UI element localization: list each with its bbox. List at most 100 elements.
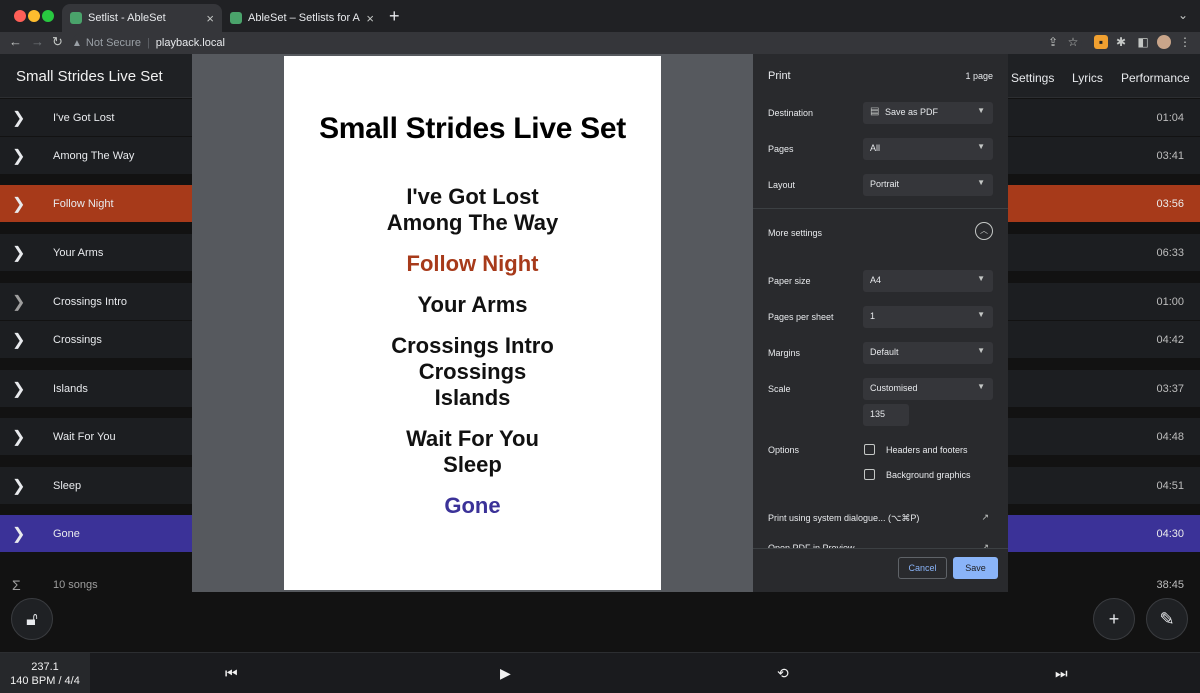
setlist-title: Small Strides Live Set bbox=[16, 68, 163, 85]
ableset-app: Small Strides Live Set Settings Lyrics P… bbox=[0, 54, 1200, 693]
cancel-button[interactable]: Cancel bbox=[898, 557, 947, 579]
preview-song-current: Follow Night bbox=[406, 251, 539, 276]
scale-value: Customised bbox=[870, 383, 918, 393]
profile-avatar[interactable] bbox=[1157, 35, 1171, 49]
lock-button[interactable]: 🔓︎ bbox=[11, 598, 53, 640]
play-icon[interactable]: ▶ bbox=[500, 665, 511, 682]
chevron-right-icon[interactable]: ❯ bbox=[12, 524, 25, 544]
forward-arrow-icon[interactable]: → bbox=[31, 34, 44, 49]
close-tab-icon[interactable]: × bbox=[206, 11, 214, 26]
song-name: Crossings bbox=[53, 334, 102, 346]
song-count: 10 songs bbox=[53, 579, 98, 591]
next-song-icon[interactable]: ⏭︎ bbox=[1055, 665, 1068, 682]
song-duration: 01:00 bbox=[1156, 296, 1184, 308]
nav-settings[interactable]: Settings bbox=[1011, 71, 1054, 85]
destination-label: Destination bbox=[768, 108, 814, 118]
previous-song-icon[interactable]: ⏮︎ bbox=[225, 665, 238, 682]
preview-song: I've Got Lost bbox=[406, 184, 539, 209]
browser-tab-ableset[interactable]: AbleSet – Setlists for Ableton Live × bbox=[222, 4, 382, 32]
system-dialog-link[interactable]: Print using system dialogue... (⌥⌘P) bbox=[768, 513, 919, 524]
song-duration: 04:30 bbox=[1156, 528, 1184, 540]
tempo-signature: 140 BPM / 4/4 bbox=[10, 675, 80, 687]
minimize-window-button[interactable] bbox=[28, 10, 40, 22]
close-window-button[interactable] bbox=[14, 10, 26, 22]
preview-song: Among The Way bbox=[386, 210, 559, 235]
preview-song: Sleep bbox=[443, 452, 502, 477]
chevron-right-icon[interactable]: ❯ bbox=[12, 379, 25, 399]
chevron-right-icon[interactable]: ❯ bbox=[12, 330, 25, 350]
add-song-button[interactable]: + bbox=[1093, 598, 1135, 640]
ableset-favicon-icon bbox=[230, 12, 242, 24]
chevron-right-icon[interactable]: ❯ bbox=[12, 292, 25, 312]
address-bar[interactable]: ▲ Not Secure | playback.local bbox=[72, 33, 1082, 53]
song-name: Your Arms bbox=[53, 247, 104, 259]
chevron-right-icon[interactable]: ❯ bbox=[12, 108, 25, 128]
paper-size-select[interactable]: A4 ▼ bbox=[863, 270, 993, 292]
pages-value: All bbox=[870, 143, 881, 153]
unlock-icon: 🔓︎ bbox=[26, 608, 38, 629]
print-settings-panel: Print 1 page Destination ▤ Save as PDF ▼… bbox=[753, 54, 1008, 592]
chevron-right-icon[interactable]: ❯ bbox=[12, 243, 25, 263]
page-count: 1 page bbox=[965, 71, 993, 81]
dropdown-arrow-icon: ▼ bbox=[977, 106, 985, 115]
preview-song: Wait For You bbox=[406, 426, 539, 451]
close-tab-icon[interactable]: × bbox=[366, 11, 374, 26]
share-icon[interactable]: ⇪ bbox=[1046, 35, 1060, 49]
margins-value: Default bbox=[870, 347, 899, 357]
song-name: Follow Night bbox=[53, 198, 114, 210]
print-dialog-footer: Cancel Save bbox=[753, 548, 1008, 592]
extension-icon[interactable]: ▪ bbox=[1094, 35, 1108, 49]
scale-select[interactable]: Customised ▼ bbox=[863, 378, 993, 400]
headers-footers-checkbox[interactable] bbox=[864, 444, 875, 455]
margins-select[interactable]: Default ▼ bbox=[863, 342, 993, 364]
collapse-chevron-icon[interactable]: ︿ bbox=[975, 222, 993, 240]
browser-menu-icon[interactable]: ⋮ bbox=[1178, 35, 1192, 49]
destination-select[interactable]: ▤ Save as PDF ▼ bbox=[863, 102, 993, 124]
chevron-right-icon[interactable]: ❯ bbox=[12, 476, 25, 496]
preview-song: Your Arms bbox=[417, 292, 528, 317]
new-tab-button[interactable]: + bbox=[389, 6, 400, 27]
preview-song: Crossings Intro bbox=[391, 333, 554, 358]
nav-lyrics[interactable]: Lyrics bbox=[1072, 71, 1103, 85]
puzzle-extensions-icon[interactable]: ✱ bbox=[1114, 35, 1128, 49]
open-external-icon[interactable]: ↗ bbox=[981, 512, 989, 523]
edit-setlist-button[interactable]: ✎ bbox=[1146, 598, 1188, 640]
background-graphics-checkbox[interactable] bbox=[864, 469, 875, 480]
reload-icon[interactable]: ↻ bbox=[52, 34, 63, 50]
chevron-right-icon[interactable]: ❯ bbox=[12, 194, 25, 214]
dropdown-arrow-icon: ▼ bbox=[977, 142, 985, 151]
tab-search-chevron-icon[interactable]: ⌄ bbox=[1178, 8, 1188, 22]
sidebar-icon[interactable]: ◧ bbox=[1136, 35, 1150, 49]
song-duration: 03:56 bbox=[1156, 198, 1184, 210]
nav-performance[interactable]: Performance bbox=[1121, 71, 1190, 85]
song-duration: 06:33 bbox=[1156, 247, 1184, 259]
paper-size-label: Paper size bbox=[768, 276, 811, 286]
bookmark-star-icon[interactable]: ☆ bbox=[1066, 35, 1080, 49]
position-display: 237.1 140 BPM / 4/4 bbox=[0, 653, 90, 693]
print-heading: Print bbox=[768, 70, 791, 82]
dropdown-arrow-icon: ▼ bbox=[977, 178, 985, 187]
maximize-window-button[interactable] bbox=[42, 10, 54, 22]
layout-select[interactable]: Portrait ▼ bbox=[863, 174, 993, 196]
chevron-right-icon[interactable]: ❯ bbox=[12, 427, 25, 447]
song-position: 237.1 bbox=[31, 661, 59, 673]
layout-label: Layout bbox=[768, 180, 796, 190]
edit-pencil-icon: ✎ bbox=[1159, 608, 1175, 629]
back-arrow-icon[interactable]: ← bbox=[9, 34, 22, 49]
background-graphics-label: Background graphics bbox=[886, 470, 971, 480]
song-duration: 04:48 bbox=[1156, 431, 1184, 443]
scale-percent-input[interactable]: 135 bbox=[863, 404, 909, 426]
loop-icon[interactable]: ⟲ bbox=[777, 665, 789, 682]
browser-tab-setlist[interactable]: Setlist - AbleSet × bbox=[62, 4, 222, 32]
chevron-right-icon[interactable]: ❯ bbox=[12, 146, 25, 166]
more-settings-label[interactable]: More settings bbox=[768, 228, 822, 238]
song-duration: 04:42 bbox=[1156, 334, 1184, 346]
preview-song-next: Gone bbox=[444, 493, 501, 518]
pages-label: Pages bbox=[768, 144, 794, 154]
dropdown-arrow-icon: ▼ bbox=[977, 310, 985, 319]
save-button[interactable]: Save bbox=[953, 557, 998, 579]
security-status: Not Secure bbox=[85, 37, 141, 49]
ableset-favicon-icon bbox=[70, 12, 82, 24]
pages-per-sheet-select[interactable]: 1 ▼ bbox=[863, 306, 993, 328]
pages-select[interactable]: All ▼ bbox=[863, 138, 993, 160]
